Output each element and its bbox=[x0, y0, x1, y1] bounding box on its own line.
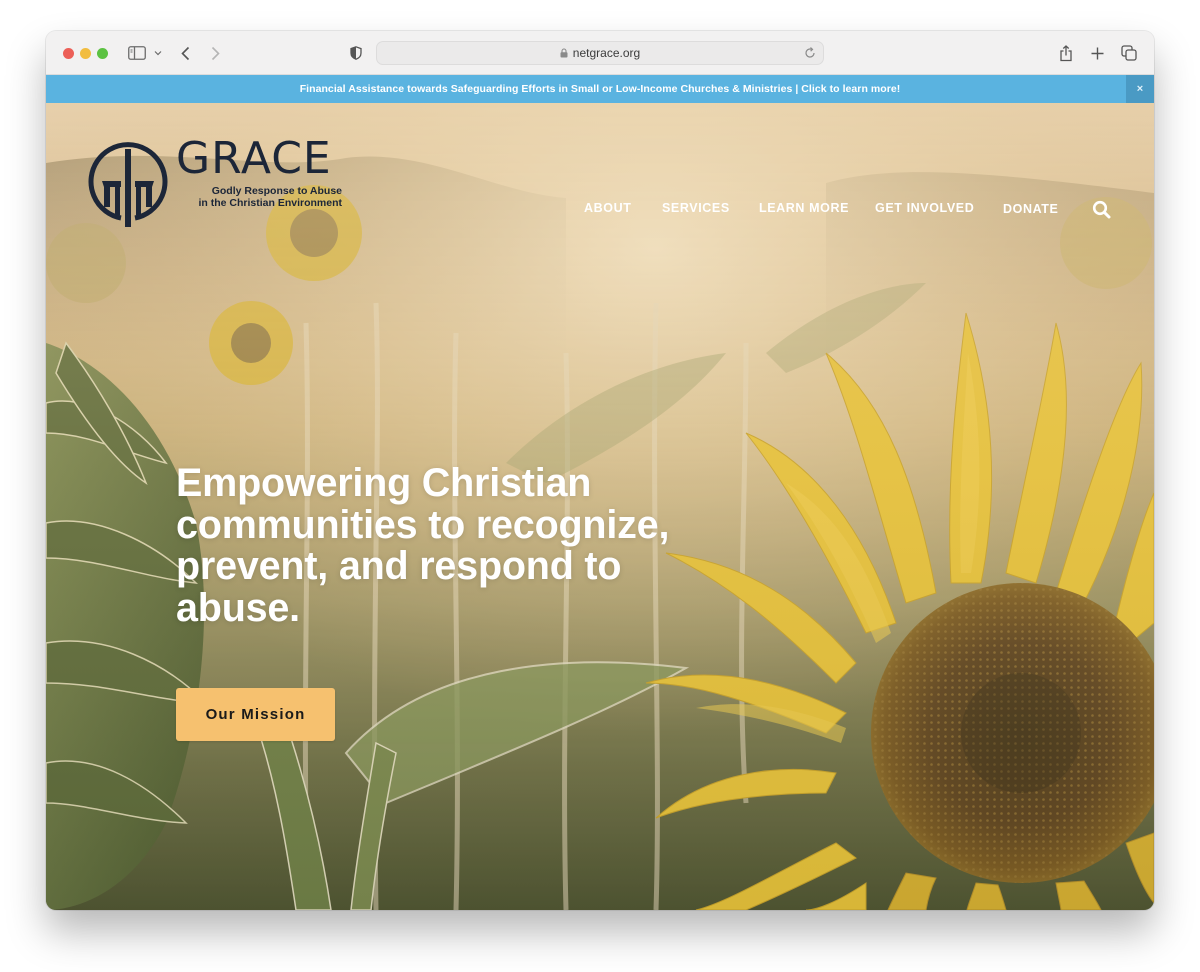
shield-icon[interactable] bbox=[349, 41, 363, 65]
plus-icon bbox=[1091, 47, 1103, 59]
reload-icon bbox=[805, 47, 815, 58]
logo-wordmark: GRACE bbox=[176, 133, 332, 184]
browser-window: netgrace.org Financial Assistance toward… bbox=[46, 31, 1154, 910]
our-mission-button[interactable]: Our Mission bbox=[176, 688, 335, 741]
share-icon bbox=[1060, 44, 1072, 61]
hero-section: GRACE Godly Response to Abuse in the Chr… bbox=[46, 103, 1154, 910]
nav-item-learn-more[interactable]: LEARN MORE bbox=[759, 201, 849, 215]
url-display[interactable]: netgrace.org bbox=[377, 46, 823, 60]
chevron-left-icon bbox=[180, 46, 189, 60]
announcement-bar[interactable]: Financial Assistance towards Safeguardin… bbox=[46, 75, 1154, 103]
forward-button[interactable] bbox=[208, 41, 222, 65]
chevron-right-icon bbox=[211, 46, 220, 60]
logo-tagline-line1: Godly Response to Abuse bbox=[211, 185, 342, 197]
nav-item-donate[interactable]: DONATE bbox=[1003, 202, 1058, 216]
announcement-close-button[interactable]: × bbox=[1126, 75, 1154, 103]
url-text: netgrace.org bbox=[572, 46, 641, 60]
search-button[interactable] bbox=[1092, 200, 1112, 220]
address-bar[interactable]: netgrace.org bbox=[376, 41, 824, 65]
browser-toolbar: netgrace.org bbox=[46, 31, 1154, 75]
tab-overview-button[interactable] bbox=[1120, 41, 1138, 65]
nav-item-get-involved[interactable]: GET INVOLVED bbox=[875, 201, 974, 215]
share-button[interactable] bbox=[1058, 41, 1074, 65]
main-nav: ABOUT SERVICES LEARN MORE GET INVOLVED D… bbox=[46, 200, 1154, 221]
search-icon bbox=[1092, 200, 1111, 219]
announcement-text[interactable]: Financial Assistance towards Safeguardin… bbox=[300, 83, 901, 95]
sidebar-icon[interactable] bbox=[128, 41, 146, 65]
zoom-window-button[interactable] bbox=[97, 48, 108, 59]
reload-button[interactable] bbox=[803, 46, 817, 60]
close-window-button[interactable] bbox=[63, 48, 74, 59]
hero-headline: Empowering Christian communities to reco… bbox=[176, 461, 670, 630]
nav-item-services[interactable]: SERVICES bbox=[662, 201, 730, 215]
chevron-down-icon[interactable] bbox=[152, 41, 164, 65]
lock-icon bbox=[560, 48, 568, 58]
tabs-icon bbox=[1121, 45, 1137, 61]
new-tab-button[interactable] bbox=[1089, 41, 1105, 65]
minimize-window-button[interactable] bbox=[80, 48, 91, 59]
nav-item-about[interactable]: ABOUT bbox=[584, 201, 631, 215]
back-button[interactable] bbox=[178, 41, 192, 65]
